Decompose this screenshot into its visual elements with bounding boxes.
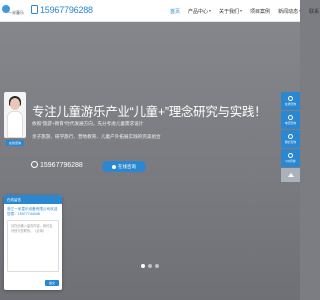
nav-label: 关于我们 — [219, 8, 240, 15]
hero-subtitle-2: 亲子旅游、研学旅行、营地教育、儿童户外拓展实践的完美组合 — [32, 134, 161, 139]
message-textarea[interactable]: 请在此输入留言内容，我们会尽快与您联系。（必填） — [7, 220, 59, 272]
consultant-chat-button[interactable]: 在线咨询 — [6, 140, 24, 146]
chat-icon — [112, 164, 116, 169]
nav-label: 联系 — [309, 8, 320, 15]
nav-item-home[interactable]: 首页 — [170, 8, 180, 15]
message-form: 在线留言 浙江一米童乐设备有限公司欢迎您拨：15977744448 请在此输入留… — [4, 195, 62, 290]
nav-label: 项目案例 — [250, 8, 271, 15]
nav-item-cases[interactable]: 项目案例 — [250, 8, 270, 15]
nav-label: 新闻动态 — [278, 8, 299, 15]
hero-headline: 专注儿童游乐产业“儿童+”理念研究与实践！ — [32, 105, 267, 119]
sidebar-item-wechat[interactable]: 微信咨询 — [281, 130, 300, 148]
nav-item-about[interactable]: 关于我们 — [219, 8, 243, 15]
sidebar-item-qq[interactable]: QQ咨询 — [281, 149, 300, 167]
avatar-face — [10, 98, 20, 110]
sidebar-item-online-chat[interactable]: 在线咨询 — [281, 92, 300, 110]
nav-label: 首页 — [170, 8, 181, 15]
chevron-down-icon — [209, 10, 212, 12]
sidebar-item-phone[interactable]: 电话咨询 — [281, 111, 300, 129]
consultant-avatar — [4, 92, 26, 138]
consult-button-label: 在线咨询 — [118, 163, 136, 169]
slider-dot[interactable] — [141, 264, 145, 268]
back-to-top-button[interactable] — [281, 168, 300, 182]
sidebar-label: 在线咨询 — [284, 102, 297, 106]
avatar-body — [7, 111, 23, 138]
slider-dots — [141, 264, 162, 268]
phone-icon — [288, 115, 293, 120]
hero-phone-number: 15967796288 — [40, 162, 83, 169]
wechat-icon — [288, 134, 293, 139]
nav-item-news[interactable]: 新闻动态 — [278, 8, 302, 15]
sidebar-label: 电话咨询 — [284, 121, 297, 125]
consultant-card: 在线咨询 — [4, 92, 26, 152]
sidebar-label: 微信咨询 — [284, 140, 297, 144]
consult-button[interactable]: 在线咨询 — [102, 161, 146, 172]
logo-text: 一米童乐 — [8, 10, 24, 15]
slider-dot[interactable] — [155, 264, 159, 268]
nav-item-contact[interactable]: 联系 — [309, 8, 319, 15]
form-title: 在线留言 — [4, 195, 62, 204]
slider-dot[interactable] — [148, 264, 152, 268]
main-nav: 首页 产品中心 关于我们 项目案例 新闻动态 联系 — [170, 0, 320, 22]
header-phone-number: 15967796288 — [40, 5, 93, 15]
hero-phone[interactable]: 15967796288 — [31, 161, 83, 169]
header-phone[interactable]: 15967796288 — [31, 5, 93, 15]
nav-label: 产品中心 — [188, 8, 209, 15]
site-logo[interactable]: 一米童乐 — [2, 3, 26, 19]
chevron-down-icon — [299, 10, 302, 12]
chevron-down-icon — [240, 10, 243, 12]
form-company-text: 浙江一米童乐设备有限公司欢迎您拨：15977744448 — [7, 207, 58, 216]
phone-icon — [31, 161, 38, 168]
sidebar-label: QQ咨询 — [285, 159, 296, 163]
top-header: 一米童乐 15967796288 首页 产品中心 关于我们 项目案例 新闻动态 … — [0, 0, 319, 22]
float-sidebar: 在线咨询 电话咨询 微信咨询 QQ咨询 — [281, 92, 300, 182]
hero-subtitle-1: 依照“旅游+教育”时代发展方向，先分考虑儿童需求设计 — [32, 121, 144, 126]
submit-button[interactable]: 提交 — [45, 280, 59, 286]
chat-icon — [288, 96, 293, 101]
arrow-up-icon — [287, 173, 294, 177]
phone-icon — [31, 5, 38, 14]
nav-item-products[interactable]: 产品中心 — [188, 8, 212, 15]
qq-icon — [288, 153, 293, 158]
